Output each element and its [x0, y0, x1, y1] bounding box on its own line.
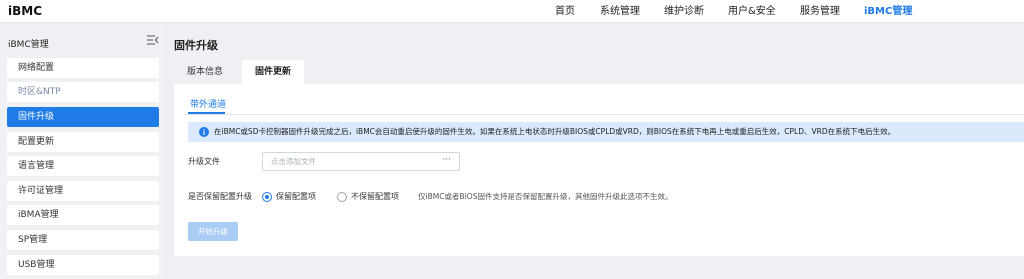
nav-home[interactable]: 首页	[555, 0, 575, 23]
divider	[184, 114, 1024, 115]
upgrade-file-placeholder: 点击添加文件	[271, 157, 316, 166]
sidebar-title: iBMC管理	[8, 40, 49, 50]
app-logo: iBMC	[8, 4, 43, 18]
nav-system-management[interactable]: 系统管理	[600, 0, 640, 23]
upgrade-file-input[interactable]: 点击添加文件 ···	[262, 152, 460, 171]
info-icon	[199, 127, 209, 137]
nav-ibmc-management[interactable]: iBMC管理	[864, 0, 912, 23]
start-upgrade-button[interactable]: 开始升级	[188, 222, 238, 241]
page-title: 固件升级	[174, 39, 218, 52]
more-dots-icon[interactable]: ···	[442, 153, 451, 168]
notice-text: 在iBMC或SD卡控制器固件升级完成之后，iBMC会自动重启使升级的固件生效。如…	[214, 127, 896, 136]
sidebar-item-timezone-ntp[interactable]: 时区&NTP	[7, 82, 159, 102]
preserve-config-hint: 仅iBMC或者BIOS固件支持是否保留配置升级，其他固件升级此选项不生效。	[418, 192, 673, 201]
top-bar: iBMC 首页 系统管理 维护诊断 用户&安全 服务管理 iBMC管理	[0, 0, 1024, 23]
main-content: 固件升级 版本信息 固件更新 带外通道 在iBMC或SD卡控制器固件升级完成之后…	[174, 23, 1024, 279]
nav-service-management[interactable]: 服务管理	[800, 0, 840, 23]
sidebar-item-ibma[interactable]: iBMA管理	[7, 205, 159, 225]
sidebar-item-language[interactable]: 语言管理	[7, 156, 159, 176]
nav-user-security[interactable]: 用户&安全	[728, 0, 776, 23]
subtab-out-of-band[interactable]: 带外通道	[190, 97, 226, 110]
sidebar-item-usb[interactable]: USB管理	[7, 255, 159, 275]
preserve-config-label: 是否保留配置升级	[188, 192, 252, 201]
radio-discard-config-label[interactable]: 不保留配置项	[351, 191, 399, 202]
menu-collapse-icon[interactable]	[147, 35, 159, 45]
sidebar-item-network-config[interactable]: 网络配置	[7, 58, 159, 78]
radio-discard-config[interactable]	[337, 192, 347, 202]
radio-keep-config-label[interactable]: 保留配置项	[276, 191, 316, 202]
sidebar-item-sp[interactable]: SP管理	[7, 230, 159, 250]
sidebar-item-firmware-upgrade[interactable]: 固件升级	[7, 107, 159, 127]
tab-firmware-update[interactable]: 固件更新	[242, 60, 304, 84]
upgrade-file-label: 升级文件	[188, 157, 220, 166]
tab-version-info[interactable]: 版本信息	[176, 60, 234, 84]
firmware-update-panel: 带外通道 在iBMC或SD卡控制器固件升级完成之后，iBMC会自动重启使升级的固…	[174, 84, 1024, 256]
info-notice: 在iBMC或SD卡控制器固件升级完成之后，iBMC会自动重启使升级的固件生效。如…	[188, 122, 1024, 142]
sidebar-item-license[interactable]: 许可证管理	[7, 181, 159, 201]
nav-maintenance-diagnostics[interactable]: 维护诊断	[664, 0, 704, 23]
radio-keep-config[interactable]	[262, 192, 272, 202]
sidebar-item-config-update[interactable]: 配置更新	[7, 132, 159, 152]
sidebar: iBMC管理 网络配置 时区&NTP 固件升级 配置更新 语言管理 许可证管理 …	[0, 23, 165, 279]
